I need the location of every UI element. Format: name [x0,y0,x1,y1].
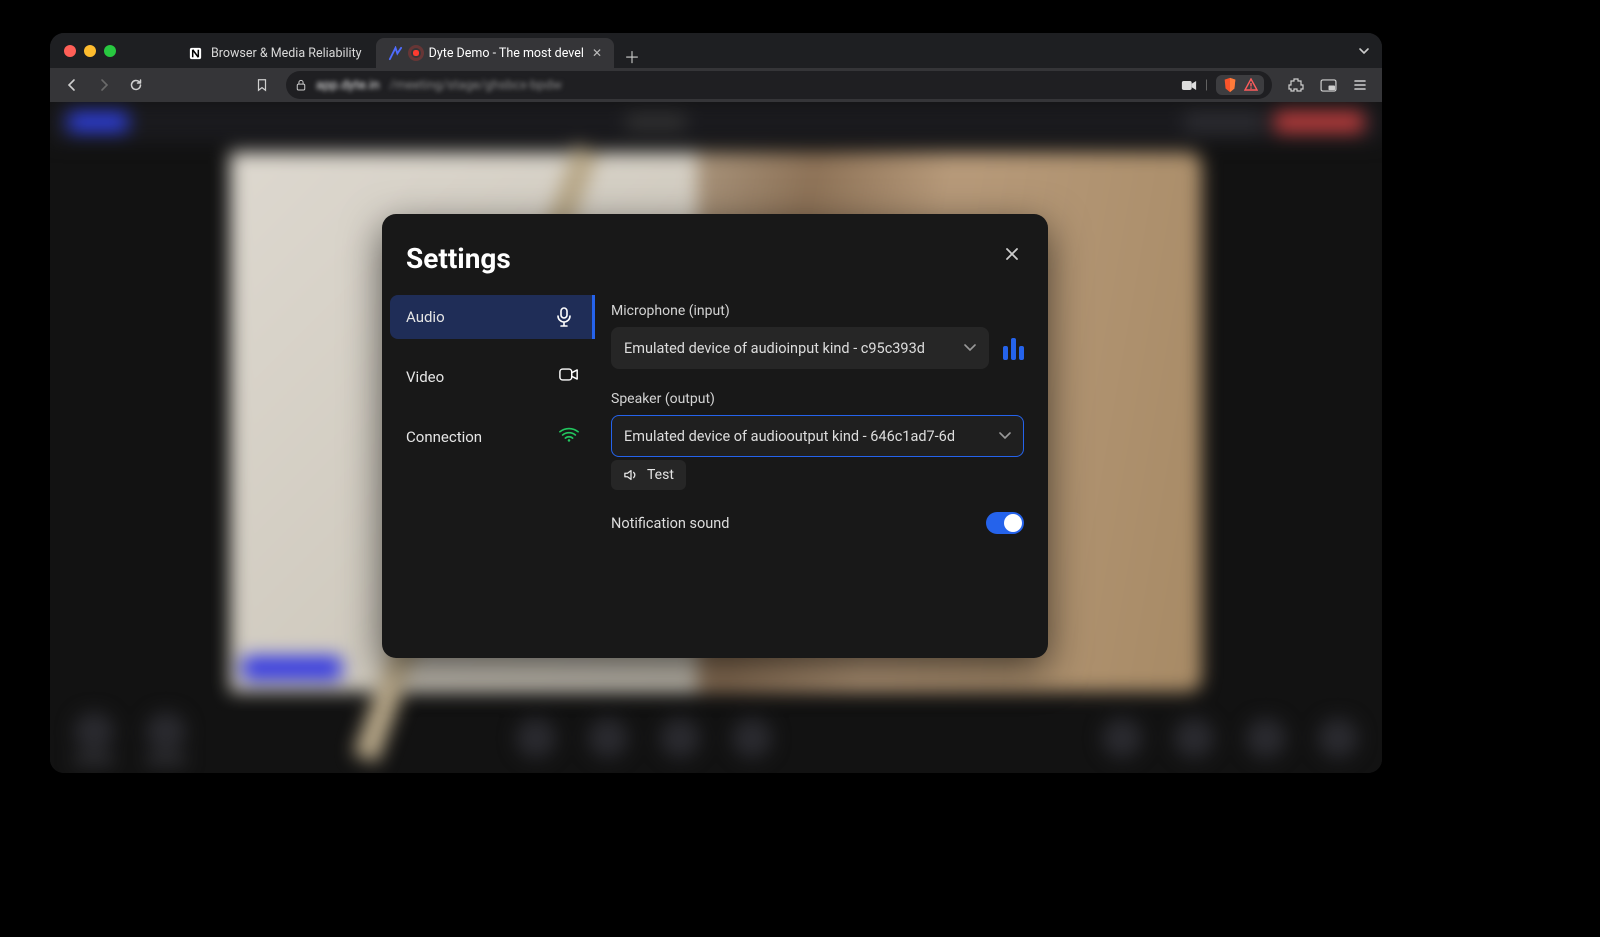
lock-icon [296,79,306,91]
pip-button[interactable] [1314,71,1342,99]
microphone-select-value: Emulated device of audioinput kind - c95… [624,340,925,357]
toggle-knob [1004,514,1022,532]
nav-video-label: Video [406,368,444,386]
tab-close-icon[interactable]: ✕ [592,46,602,60]
microphone-select[interactable]: Emulated device of audioinput kind - c95… [611,327,989,369]
page-viewport: Settings Audio Video [50,102,1382,773]
extensions-button[interactable] [1282,71,1310,99]
notification-sound-toggle[interactable] [986,512,1024,534]
tab-0-title: Browser & Media Reliability [211,46,362,61]
bookmark-button[interactable] [248,71,276,99]
tabs: Browser & Media Reliability Dyte Demo - … [176,33,644,68]
settings-side-nav: Audio Video Connection [382,283,595,658]
speaker-test-button[interactable]: Test [611,460,686,490]
speaker-select-value: Emulated device of audiooutput kind - 64… [624,428,955,445]
nav-back-button[interactable] [58,71,86,99]
browser-menu-button[interactable] [1346,71,1374,99]
camera-permission-icon[interactable] [1181,79,1197,92]
window-zoom-dot[interactable] [104,45,116,57]
microphone-icon [556,307,576,327]
brave-shield-icon [1222,77,1238,93]
brave-shields-button[interactable] [1216,75,1264,95]
window-traffic-lights [64,45,116,57]
tab-inactive-0[interactable]: Browser & Media Reliability [176,38,374,68]
speaker-icon [623,468,639,482]
notification-sound-label: Notification sound [611,515,729,532]
tab-active-1[interactable]: Dyte Demo - The most devel ✕ [376,38,614,68]
nav-forward-button[interactable] [90,71,118,99]
new-tab-button[interactable]: ＋ [620,44,644,68]
tab-overflow-button[interactable] [1356,33,1372,68]
address-bar[interactable]: app.dyte.in /meeting/stage/ghsbcx-bpdw | [286,71,1272,99]
wifi-icon [559,427,579,447]
nav-item-audio[interactable]: Audio [390,295,595,339]
settings-audio-panel: Microphone (input) Emulated device of au… [595,283,1048,658]
browser-window: Browser & Media Reliability Dyte Demo - … [50,33,1382,773]
notion-icon [188,46,203,61]
settings-modal: Settings Audio Video [382,214,1048,658]
mic-level-meter [1003,336,1024,360]
tracker-warning-icon [1244,78,1258,92]
browser-toolbar: app.dyte.in /meeting/stage/ghsbcx-bpdw | [50,68,1382,102]
modal-close-button[interactable] [1000,242,1024,266]
nav-reload-button[interactable] [122,71,150,99]
tab-1-title: Dyte Demo - The most devel [429,46,584,61]
url-domain: app.dyte.in [316,78,380,93]
nav-audio-label: Audio [406,308,445,326]
chevron-down-icon [964,344,976,352]
close-icon [1004,246,1020,262]
nav-item-connection[interactable]: Connection [390,415,595,459]
nav-item-video[interactable]: Video [390,355,595,399]
speaker-select[interactable]: Emulated device of audiooutput kind - 64… [611,415,1024,457]
dyte-icon [388,46,403,61]
recording-indicator-icon [411,48,421,58]
window-close-dot[interactable] [64,45,76,57]
tab-strip: Browser & Media Reliability Dyte Demo - … [50,33,1382,68]
address-bar-actions: | [1181,75,1264,95]
nav-connection-label: Connection [406,428,482,446]
speaker-output-label: Speaker (output) [611,391,1024,407]
url-path: /meeting/stage/ghsbcx-bpdw [390,78,562,93]
video-camera-icon [559,367,579,387]
window-minimize-dot[interactable] [84,45,96,57]
microphone-input-label: Microphone (input) [611,303,1024,319]
modal-title: Settings [406,242,511,275]
chevron-down-icon [999,432,1011,440]
speaker-test-label: Test [647,467,674,483]
